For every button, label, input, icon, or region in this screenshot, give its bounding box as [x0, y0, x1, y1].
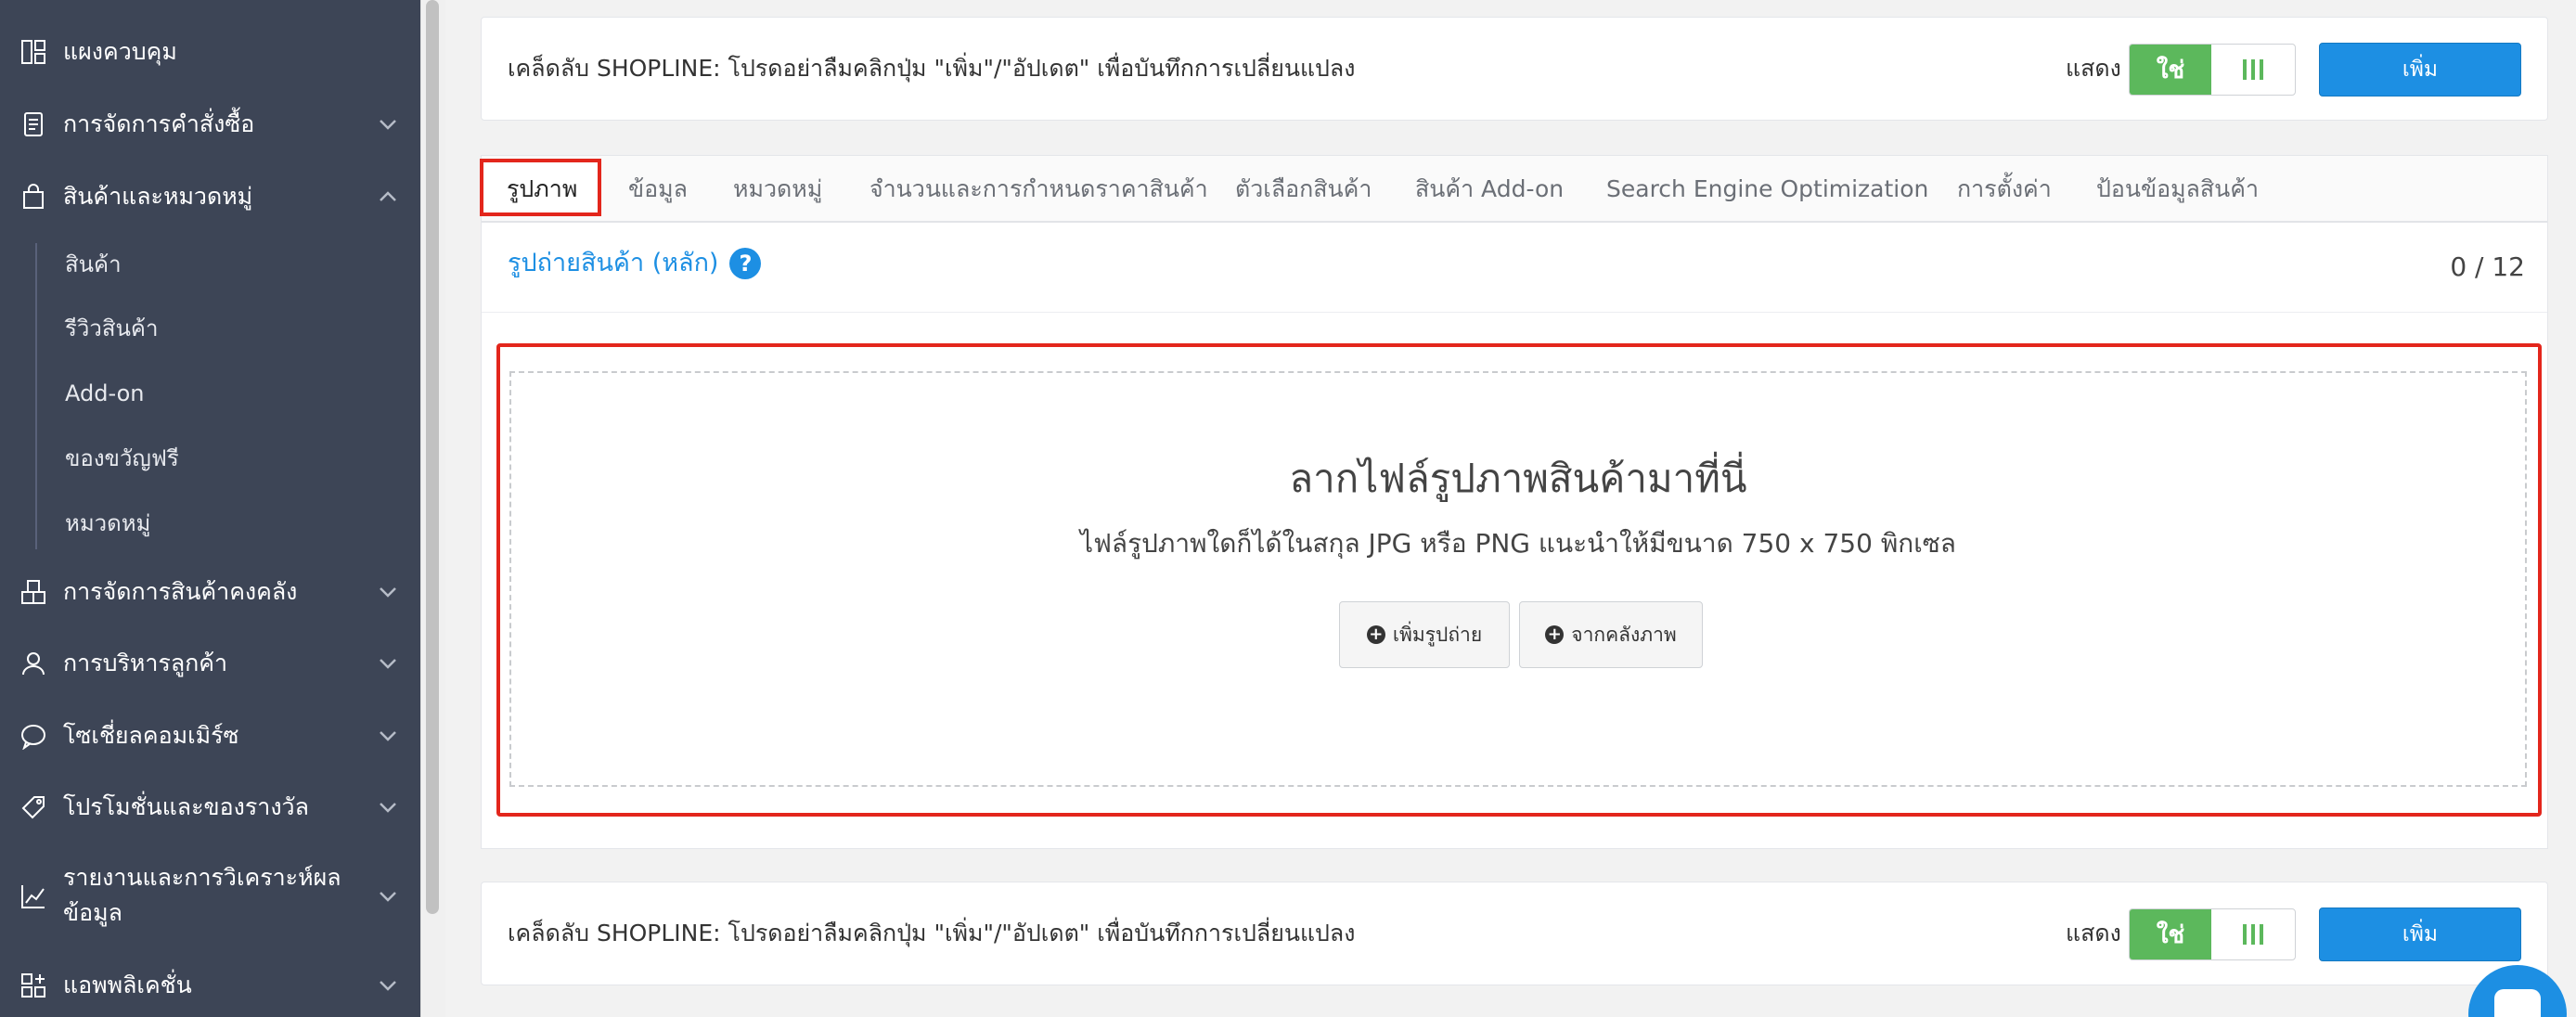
sidebar-item-label: แผงควบคุม [63, 38, 177, 65]
sidebar: แผงควบคุม การจัดการคำสั่งซื้อ สินค้าและห… [0, 0, 420, 1017]
chat-inner-shape [2494, 989, 2541, 1017]
tab-quantity-pricing[interactable]: จำนวนและการกำหนดราคาสินค้า [869, 173, 1208, 206]
tab-images[interactable]: รูปภาพ [507, 173, 577, 206]
sidebar-subitem-gifts[interactable]: ของขวัญฟรี [65, 443, 179, 474]
tab-variants[interactable]: ตัวเลือกสินค้า [1235, 173, 1372, 206]
scrollbar-thumb[interactable] [426, 0, 439, 914]
chevron-down-icon[interactable] [377, 974, 399, 997]
sidebar-subitem-addon[interactable]: Add-on [65, 378, 144, 409]
chart-icon [19, 882, 48, 911]
visibility-toggle[interactable]: ใช่ [2129, 908, 2296, 960]
sidebar-item-apps[interactable]: แอพพลิเคชั่น [0, 958, 420, 1013]
image-count: 0 / 12 [2450, 251, 2525, 282]
chevron-down-icon[interactable] [377, 581, 399, 603]
toggle-yes[interactable]: ใช่ [2130, 45, 2211, 95]
add-photo-button[interactable]: + เพิ่มรูปถ่าย [1339, 601, 1510, 668]
chevron-up-icon[interactable] [377, 186, 399, 208]
chevron-down-icon[interactable] [377, 652, 399, 675]
sidebar-item-label: การจัดการคำสั่งซื้อ [63, 110, 255, 137]
sidebar-item-promotions[interactable]: โปรโมชั่นและของรางวัล [0, 779, 420, 835]
dropzone-highlight: ลากไฟล์รูปภาพสินค้ามาที่นี่ ไฟล์รูปภาพใด… [496, 343, 2542, 817]
sidebar-subitem-reviews[interactable]: รีวิวสินค้า [65, 313, 158, 344]
sidebar-item-products[interactable]: สินค้าและหมวดหมู่ [0, 169, 420, 225]
tip-bar-top: เคล็ดลับ SHOPLINE: โปรดอย่าลืมคลิกปุ่ม "… [481, 17, 2548, 121]
dropzone-title: ลากไฟล์รูปภาพสินค้ามาที่นี่ [1289, 456, 1747, 501]
sidebar-item-orders[interactable]: การจัดการคำสั่งซื้อ [0, 97, 420, 152]
tab-product-input[interactable]: ป้อนข้อมูลสินค้า [2096, 173, 2259, 206]
show-label: แสดง [2066, 55, 2121, 82]
chevron-down-icon[interactable] [377, 725, 399, 747]
chevron-down-icon[interactable] [377, 113, 399, 135]
visibility-toggle[interactable]: ใช่ [2129, 44, 2296, 96]
divider [482, 312, 2547, 313]
sidebar-item-inventory[interactable]: การจัดการสินค้าคงคลัง [0, 564, 420, 620]
tab-bar: รูปภาพ ข้อมูล หมวดหมู่ จำนวนและการกำหนดร… [480, 156, 2547, 223]
tab-seo[interactable]: Search Engine Optimization [1606, 173, 1928, 206]
chevron-down-icon[interactable] [377, 796, 399, 818]
sidebar-subitem-categories[interactable]: หมวดหมู่ [65, 508, 150, 539]
warehouse-icon [19, 577, 48, 607]
dropzone-subtitle: ไฟล์รูปภาพใดก็ได้ในสกุล JPG หรือ PNG แนะ… [1080, 528, 1956, 559]
from-library-label: จากคลังภาพ [1571, 623, 1677, 646]
toggle-yes[interactable]: ใช่ [2130, 909, 2211, 959]
toggle-handle-icon[interactable] [2211, 45, 2295, 95]
sidebar-item-reports[interactable]: รายงานและการวิเคราะห์ผล ข้อมูล [0, 852, 420, 941]
help-icon[interactable]: ? [729, 248, 762, 279]
sidebar-item-label: การบริหารลูกค้า [63, 650, 228, 676]
sidebar-item-label: แอพพลิเคชั่น [63, 972, 192, 998]
sidebar-item-label: สินค้าและหมวดหมู่ [63, 183, 253, 210]
user-icon [19, 649, 48, 678]
add-button[interactable]: เพิ่ม [2319, 43, 2521, 97]
product-form-panel: รูปภาพ ข้อมูล หมวดหมู่ จำนวนและการกำหนดร… [480, 155, 2548, 849]
submenu-guide-line [35, 243, 37, 549]
sidebar-item-label: โปรโมชั่นและของรางวัล [63, 793, 309, 820]
toggle-handle-icon[interactable] [2211, 909, 2295, 959]
sidebar-item-label: การจัดการสินค้าคงคลัง [63, 578, 298, 605]
images-section-title: รูปถ่ายสินค้า (หลัก) ? [508, 245, 762, 282]
sidebar-item-social-commerce[interactable]: โซเชี่ยลคอมเมิร์ซ [0, 708, 420, 764]
plus-circle-icon: + [1545, 625, 1565, 644]
show-label: แสดง [2066, 920, 2121, 946]
sidebar-item-label-line2: ข้อมูล [63, 899, 122, 926]
tip-text: เคล็ดลับ SHOPLINE: โปรดอย่าลืมคลิกปุ่ม "… [508, 55, 1356, 82]
tag-icon [19, 792, 48, 822]
sidebar-subitem-products[interactable]: สินค้า [65, 249, 122, 280]
section-title-text: รูปถ่ายสินค้า (หลัก) [508, 249, 719, 277]
sidebar-item-label: โซเชี่ยลคอมเมิร์ซ [63, 722, 239, 749]
orders-icon [19, 109, 48, 139]
from-library-button[interactable]: + จากคลังภาพ [1519, 601, 1703, 668]
tab-settings[interactable]: การตั้งค่า [1957, 173, 2052, 206]
chat-icon [19, 721, 48, 751]
sidebar-item-customers[interactable]: การบริหารลูกค้า [0, 636, 420, 691]
tip-text: เคล็ดลับ SHOPLINE: โปรดอย่าลืมคลิกปุ่ม "… [508, 920, 1356, 946]
dashboard-icon [19, 37, 48, 67]
tab-addon-products[interactable]: สินค้า Add-on [1415, 173, 1564, 206]
add-button[interactable]: เพิ่ม [2319, 908, 2521, 961]
tip-bar-bottom: เคล็ดลับ SHOPLINE: โปรดอย่าลืมคลิกปุ่ม "… [481, 882, 2548, 985]
add-photo-label: เพิ่มรูปถ่าย [1392, 623, 1483, 646]
tab-info[interactable]: ข้อมูล [628, 173, 688, 206]
sidebar-item-label: รายงานและการวิเคราะห์ผล [63, 864, 341, 891]
apps-icon [19, 971, 48, 1000]
image-dropzone[interactable]: ลากไฟล์รูปภาพสินค้ามาที่นี่ ไฟล์รูปภาพใด… [509, 371, 2527, 787]
bag-icon [19, 182, 48, 212]
plus-circle-icon: + [1366, 625, 1385, 644]
chevron-down-icon[interactable] [377, 885, 399, 908]
sidebar-item-dashboard[interactable]: แผงควบคุม [0, 24, 420, 80]
tab-categories[interactable]: หมวดหมู่ [733, 173, 822, 206]
